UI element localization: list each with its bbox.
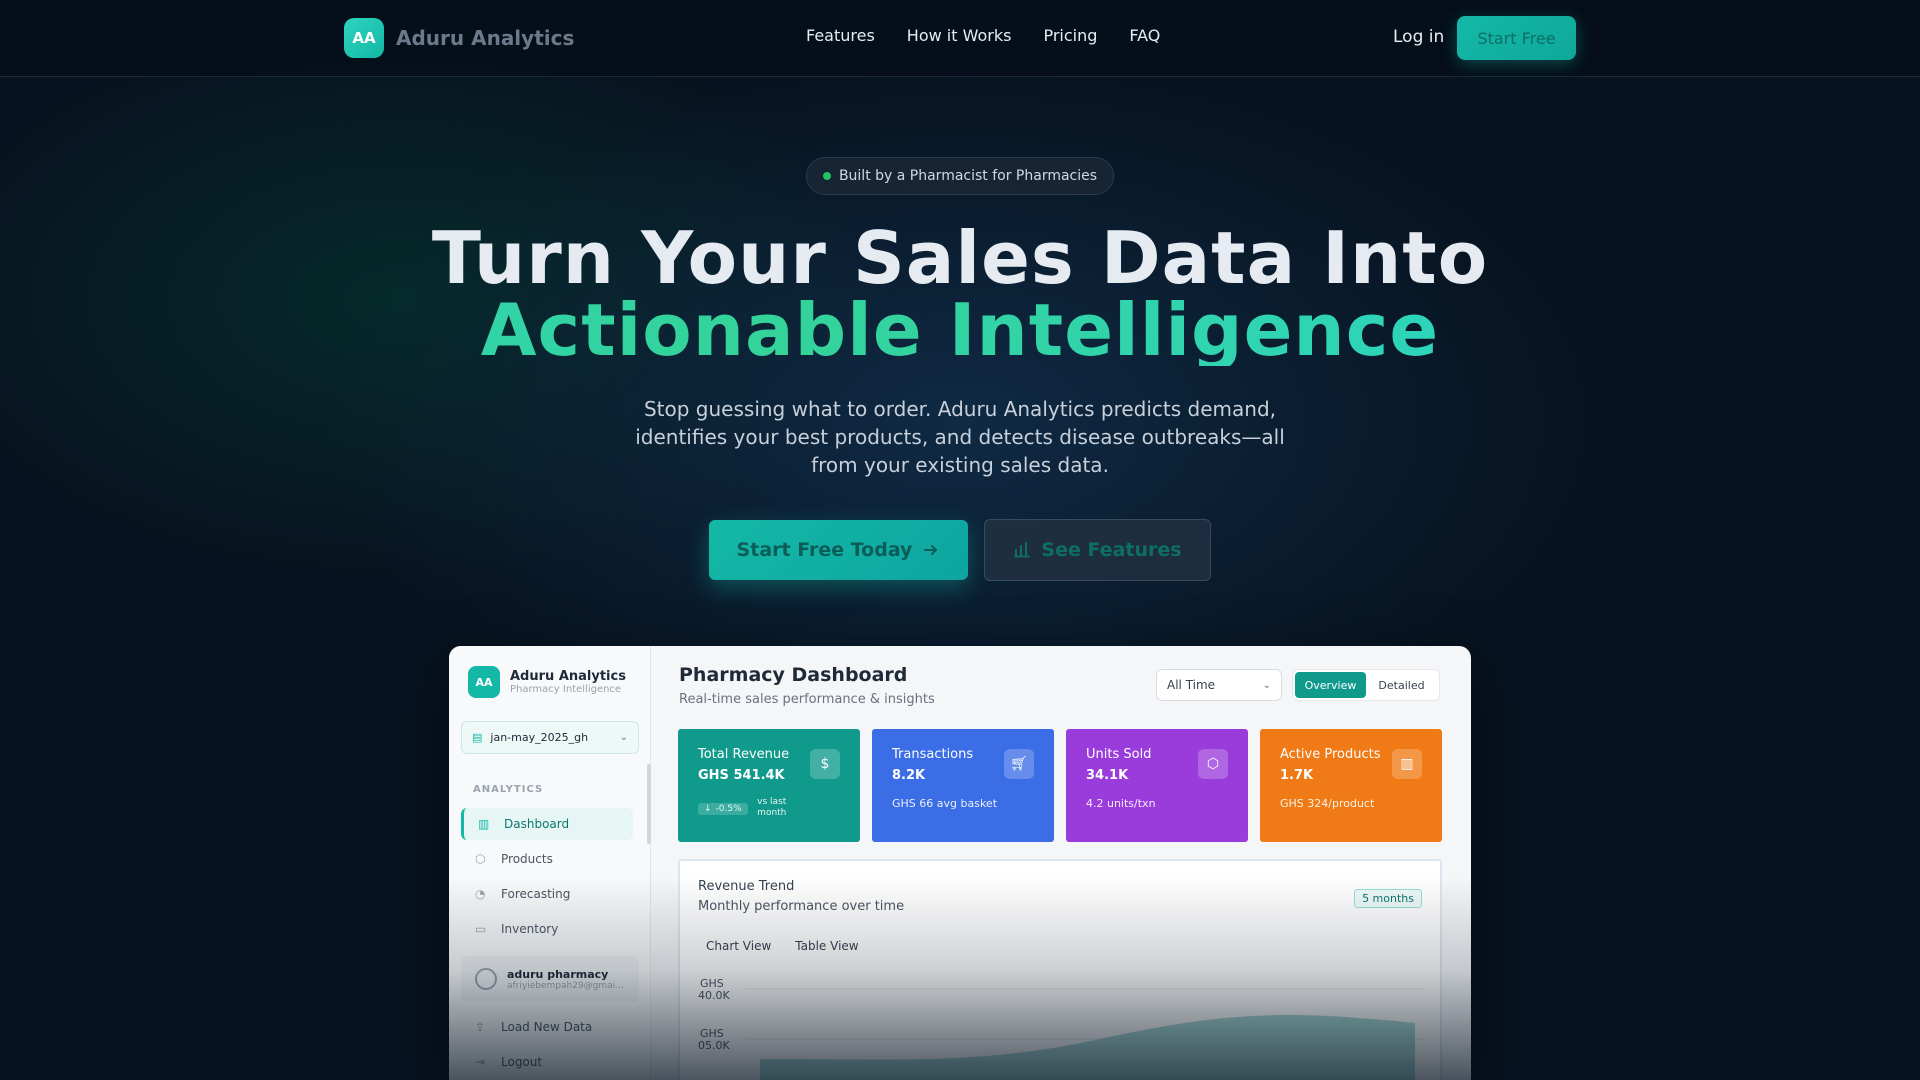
sidebar-section-label: ANALYTICS	[473, 784, 544, 795]
upload-icon: ⇪	[475, 1020, 486, 1034]
user-email: afriyiebempah29@gmai...	[507, 980, 624, 991]
hero-pill-text: Built by a Pharmacist for Pharmacies	[838, 168, 1098, 184]
logout-label: Logout	[501, 1055, 543, 1069]
brand[interactable]: AA Aduru Analytics	[344, 18, 574, 58]
kpi-foot: GHS 66 avg basket	[892, 797, 998, 810]
revenue-trend-chart: GHS 40.0K GHS 05.0K	[698, 977, 1425, 1080]
sidebar-item-inventory[interactable]: ▭ Inventory	[461, 913, 633, 945]
sidebar-item-dashboard[interactable]: ▥ Dashboard	[461, 808, 633, 840]
chart-tabs: Chart View Table View	[706, 939, 859, 953]
sidebar-item-label: Inventory	[501, 922, 559, 936]
cart-icon: 🛒︎	[1004, 749, 1034, 779]
load-new-data-label: Load New Data	[501, 1020, 593, 1034]
hero-pill: Built by a Pharmacist for Pharmacies	[806, 157, 1114, 195]
dashboard-brand: AA Aduru Analytics Pharmacy Intelligence	[468, 666, 626, 698]
kpi-total-revenue: Total Revenue GHS 541.4K ↓ -0.5% vs last …	[678, 729, 860, 842]
nav-link-faq[interactable]: FAQ	[1129, 26, 1160, 45]
time-range-select[interactable]: All Time ⌄	[1156, 669, 1282, 701]
tab-table-view[interactable]: Table View	[795, 939, 858, 953]
tab-chart-view[interactable]: Chart View	[706, 939, 771, 953]
hero-headline: Turn Your Sales Data Into Actionable Int…	[0, 222, 1920, 366]
kpi-active-products: Active Products 1.7K GHS 324/product ▥	[1260, 729, 1442, 842]
kpi-units-sold: Units Sold 34.1K 4.2 units/txn ⬡	[1066, 729, 1248, 842]
view-toggle: Overview Detailed	[1292, 669, 1440, 701]
dashboard-main: Pharmacy Dashboard Real-time sales perfo…	[651, 646, 1471, 1080]
database-icon: ▤	[472, 731, 483, 744]
brand-name: Aduru Analytics	[396, 26, 575, 50]
dashboard-preview: AA Aduru Analytics Pharmacy Intelligence…	[449, 646, 1471, 1080]
nav-link-how-it-works[interactable]: How it Works	[907, 26, 1012, 45]
nav-links: Features How it Works Pricing FAQ	[806, 26, 1160, 45]
dataset-select[interactable]: ▤ jan-may_2025_gh ⌄	[461, 721, 639, 754]
sidebar-item-label: Products	[501, 852, 553, 866]
trend-value: -0.5%	[715, 804, 742, 814]
time-range-value: All Time	[1167, 678, 1216, 692]
dashboard-logo-badge: AA	[468, 666, 500, 698]
sidebar-item-products[interactable]: ⬡ Products	[461, 843, 633, 875]
dashboard-brand-title: Aduru Analytics	[510, 669, 626, 684]
pie-chart-icon: ◔	[475, 887, 486, 901]
dollar-icon: $	[810, 749, 840, 779]
kpi-foot: GHS 324/product	[1280, 797, 1375, 810]
sidebar-item-forecasting[interactable]: ◔ Forecasting	[461, 878, 633, 910]
logo-badge: AA	[344, 18, 384, 58]
headline-line-2: Actionable Intelligence	[0, 294, 1920, 366]
user-card[interactable]: aduru pharmacy afriyiebempah29@gmai...	[461, 956, 639, 1002]
load-new-data-button[interactable]: ⇪ Load New Data	[461, 1011, 633, 1043]
start-free-today-button[interactable]: Start Free Today	[709, 520, 968, 580]
arrow-right-icon	[924, 545, 938, 555]
bar-chart-icon	[1014, 542, 1031, 558]
login-link[interactable]: Log in	[1393, 27, 1444, 47]
chevron-down-icon: ⌄	[1262, 679, 1271, 691]
y-tick-label: 05.0K	[698, 1039, 730, 1052]
cube-icon: ⬡	[475, 852, 486, 866]
chart-subtitle: Monthly performance over time	[698, 899, 905, 914]
cta-secondary-label: See Features	[1041, 539, 1182, 561]
see-features-button[interactable]: See Features	[984, 519, 1211, 581]
hero-subhead: Stop guessing what to order. Aduru Analy…	[635, 397, 1285, 477]
logout-button[interactable]: ⇥ Logout	[461, 1046, 633, 1078]
sidebar-item-label: Dashboard	[504, 817, 570, 831]
bar-chart-icon: ▥	[1392, 749, 1422, 779]
toggle-detailed[interactable]: Detailed	[1366, 672, 1437, 698]
revenue-trend-card: Revenue Trend Monthly performance over t…	[678, 859, 1442, 1080]
kpi-trend: ↓ -0.5% vs last month	[698, 797, 840, 819]
period-badge: 5 months	[1354, 889, 1422, 908]
dataset-value: jan-may_2025_gh	[490, 731, 589, 744]
start-free-button[interactable]: Start Free	[1457, 16, 1576, 60]
trend-badge: ↓ -0.5%	[698, 803, 748, 815]
y-tick-label: 40.0K	[698, 989, 730, 1002]
sidebar-item-label: Forecasting	[501, 887, 571, 901]
revenue-area	[760, 1015, 1415, 1080]
box-icon: ⬡	[1198, 749, 1228, 779]
kpi-foot: 4.2 units/txn	[1086, 797, 1156, 810]
bar-chart-icon: ▥	[478, 817, 490, 831]
kpi-transactions: Transactions 8.2K GHS 66 avg basket 🛒︎	[872, 729, 1054, 842]
dashboard-subtitle: Real-time sales performance & insights	[679, 692, 935, 707]
chart-title: Revenue Trend	[698, 879, 795, 894]
archive-icon: ▭	[475, 922, 487, 936]
headline-line-1: Turn Your Sales Data Into	[431, 216, 1489, 300]
dashboard-sidebar: AA Aduru Analytics Pharmacy Intelligence…	[449, 646, 651, 1080]
user-avatar-icon	[475, 968, 497, 990]
logout-icon: ⇥	[475, 1055, 486, 1069]
trend-compare: vs last month	[757, 797, 787, 818]
dashboard-title: Pharmacy Dashboard	[679, 664, 908, 686]
chevron-down-icon: ⌄	[619, 732, 628, 743]
arrow-down-icon: ↓	[704, 804, 712, 814]
user-name: aduru pharmacy	[507, 967, 609, 981]
cta-primary-label: Start Free Today	[736, 539, 913, 561]
nav-link-pricing[interactable]: Pricing	[1043, 26, 1097, 45]
status-dot-icon	[822, 172, 831, 180]
dashboard-brand-sub: Pharmacy Intelligence	[510, 684, 622, 695]
toggle-overview[interactable]: Overview	[1295, 672, 1366, 698]
nav-link-features[interactable]: Features	[806, 26, 875, 45]
top-nav: AA Aduru Analytics Features How it Works…	[0, 0, 1920, 77]
